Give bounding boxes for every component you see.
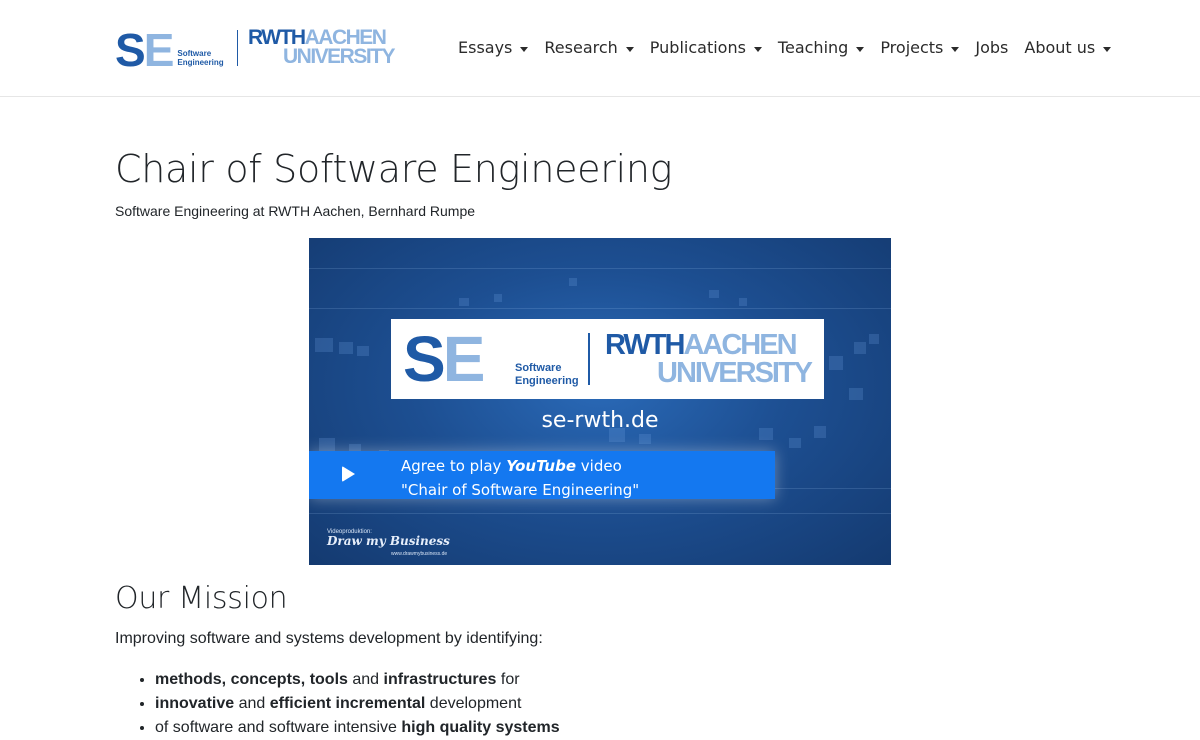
logo-divider xyxy=(237,30,238,66)
caret-down-icon xyxy=(856,46,865,52)
video-logo-card: SE Software Engineering RWTHAACHEN UNIVER… xyxy=(391,319,824,399)
mission-emphasis: high quality systems xyxy=(401,719,560,736)
play-icon xyxy=(342,466,355,482)
video-credit: Draw my Business xyxy=(327,534,450,548)
mission-text: for xyxy=(496,671,520,688)
mission-heading: Our Mission xyxy=(115,581,288,616)
caret-down-icon xyxy=(753,46,762,52)
video-background-decoration xyxy=(459,298,469,306)
caret-down-icon xyxy=(1103,46,1112,52)
video-background-line xyxy=(309,268,891,269)
se-logo-letters: SE xyxy=(115,24,174,76)
caret-down-icon xyxy=(625,46,634,52)
video-background-decoration xyxy=(639,434,651,444)
site-header: SE Software Engineering RWTHAACHEN UNIVER… xyxy=(0,0,1200,97)
video-logo-divider xyxy=(588,333,590,385)
video-background-line xyxy=(309,308,891,309)
video-background-decoration xyxy=(357,346,369,356)
nav-teaching[interactable]: Teaching xyxy=(770,36,872,60)
video-title: "Chair of Software Engineering" xyxy=(401,481,640,499)
video-url-text: se-rwth.de xyxy=(541,408,659,433)
caret-down-icon xyxy=(951,46,960,52)
nav-label: Jobs xyxy=(975,38,1009,57)
mission-text: and xyxy=(347,671,384,688)
consent-text: Agree to play YouTube video "Chair of So… xyxy=(401,457,640,499)
mission-item: innovative and efficient incremental dev… xyxy=(155,692,560,716)
se-logo-subtitle: Software Engineering xyxy=(177,49,224,67)
mission-emphasis: infrastructures xyxy=(383,671,497,688)
video-background-decoration xyxy=(829,356,843,370)
video-background-decoration xyxy=(854,342,866,354)
video-background-decoration xyxy=(494,294,502,302)
nav-label: Research xyxy=(544,38,618,57)
video-background-decoration xyxy=(709,290,719,298)
page-subtitle: Software Engineering at RWTH Aachen, Ber… xyxy=(115,203,476,219)
nav-about-us[interactable]: About us xyxy=(1016,36,1119,60)
video-background-line xyxy=(309,513,891,514)
nav-publications[interactable]: Publications xyxy=(642,36,770,60)
mission-list: methods, concepts, tools and infrastruct… xyxy=(155,668,560,740)
video-background-decoration xyxy=(739,298,747,306)
main-nav: Essays Research Publications Teaching Projec… xyxy=(450,36,1119,60)
video-background-decoration xyxy=(869,334,879,344)
nav-label: Publications xyxy=(649,38,746,57)
mission-item: methods, concepts, tools and infrastruct… xyxy=(155,668,560,692)
video-background-decoration xyxy=(789,438,801,448)
video-se-logo: SE xyxy=(403,323,485,395)
nav-label: Projects xyxy=(880,38,944,57)
nav-label: About us xyxy=(1024,38,1096,57)
rwth-logo[interactable]: RWTHAACHEN UNIVERSITY xyxy=(248,27,396,68)
mission-item: of software and software intensive high … xyxy=(155,716,560,740)
video-background-decoration xyxy=(315,338,333,352)
nav-essays[interactable]: Essays xyxy=(450,36,536,60)
youtube-brand: YouTube xyxy=(506,457,577,475)
mission-intro: Improving software and systems developme… xyxy=(115,630,543,647)
video-rwth-line2: UNIVERSITY xyxy=(657,357,813,389)
mission-emphasis: methods, concepts, tools xyxy=(155,671,348,688)
nav-research[interactable]: Research xyxy=(536,36,641,60)
mission-emphasis: efficient incremental xyxy=(269,695,426,712)
nav-projects[interactable]: Projects xyxy=(872,36,967,60)
video-embed[interactable]: SE Software Engineering RWTHAACHEN UNIVER… xyxy=(309,238,891,565)
video-background-decoration xyxy=(569,278,577,286)
mission-text: and xyxy=(234,695,270,712)
rwth-logo-line2: UNIVERSITY xyxy=(283,45,396,68)
video-credit-url: www.drawmybusiness.de xyxy=(391,551,448,557)
mission-emphasis: innovative xyxy=(155,695,235,712)
video-background-decoration xyxy=(319,438,335,452)
video-background-decoration xyxy=(849,388,863,400)
page-title: Chair of Software Engineering xyxy=(115,147,673,191)
se-logo[interactable]: SE Software Engineering xyxy=(115,24,235,76)
mission-text: development xyxy=(425,695,522,712)
nav-label: Essays xyxy=(458,38,513,57)
mission-text: of software and software intensive xyxy=(155,719,402,736)
video-background-decoration xyxy=(339,342,353,354)
youtube-consent-button[interactable]: Agree to play YouTube video "Chair of So… xyxy=(309,451,775,499)
caret-down-icon xyxy=(520,46,529,52)
video-rwth-line1: RWTHAACHEN xyxy=(605,329,798,361)
nav-label: Teaching xyxy=(777,38,849,57)
video-se-subtitle: Software Engineering xyxy=(515,362,579,387)
nav-jobs[interactable]: Jobs xyxy=(967,36,1016,60)
